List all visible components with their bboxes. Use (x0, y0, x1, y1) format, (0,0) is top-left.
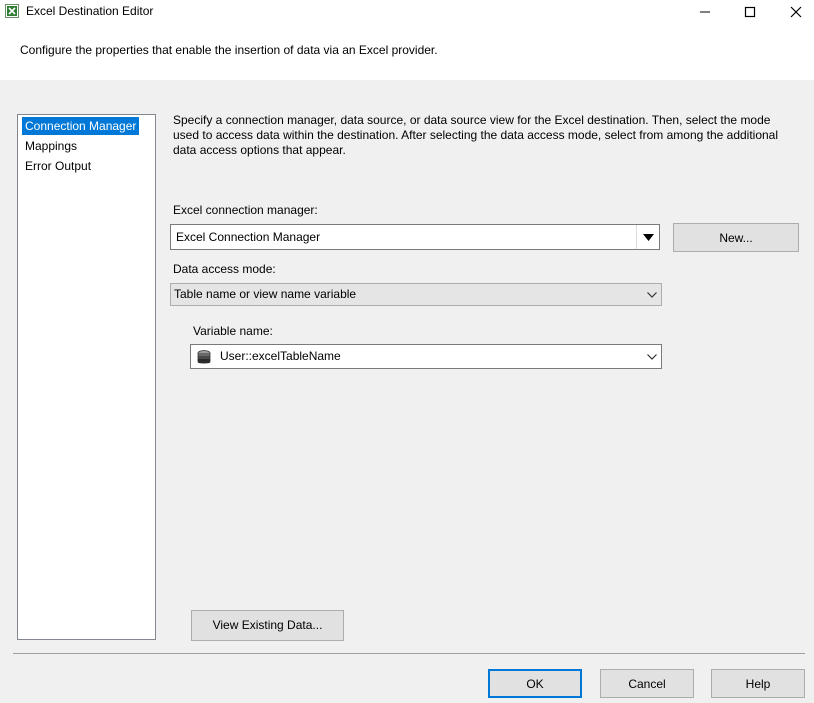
page-list: Connection Manager Mappings Error Output (17, 114, 156, 640)
new-connection-button[interactable]: New... (673, 223, 799, 252)
variable-name-select[interactable]: User::excelTableName (190, 344, 662, 369)
help-button[interactable]: Help (711, 669, 805, 698)
cancel-button[interactable]: Cancel (600, 669, 694, 698)
data-access-mode-value: Table name or view name variable (174, 287, 357, 301)
data-access-mode-label: Data access mode: (173, 262, 276, 276)
data-access-mode-dropdown[interactable] (647, 284, 657, 305)
variable-name-label: Variable name: (193, 324, 273, 338)
excel-app-icon (5, 4, 19, 18)
maximize-button[interactable] (727, 0, 773, 24)
data-access-mode-select[interactable]: Table name or view name variable (170, 283, 662, 306)
view-existing-data-button[interactable]: View Existing Data... (191, 610, 344, 641)
variable-name-value: User::excelTableName (220, 349, 341, 363)
main-description: Specify a connection manager, data sourc… (173, 113, 779, 157)
variable-name-dropdown[interactable] (647, 345, 657, 368)
chevron-down-icon (647, 291, 657, 298)
minimize-button[interactable] (682, 0, 728, 24)
page-item-mappings[interactable]: Mappings (22, 137, 80, 155)
page-item-connection-manager[interactable]: Connection Manager (22, 117, 140, 135)
connection-manager-dropdown-button[interactable] (636, 225, 659, 249)
connection-manager-value: Excel Connection Manager (176, 230, 321, 244)
page-item-error-output[interactable]: Error Output (22, 157, 94, 175)
variable-icon (196, 349, 212, 365)
close-button[interactable] (773, 0, 814, 24)
chevron-down-icon (647, 353, 657, 360)
connection-manager-combo[interactable]: Excel Connection Manager (170, 224, 660, 250)
maximize-icon (744, 6, 756, 18)
minimize-icon (700, 11, 710, 13)
connection-manager-label: Excel connection manager: (173, 203, 318, 217)
close-icon (790, 6, 802, 18)
footer-separator (13, 653, 805, 654)
ok-button[interactable]: OK (488, 669, 582, 698)
dropdown-arrow-icon (642, 233, 654, 241)
window-title: Excel Destination Editor (26, 4, 154, 18)
header-description: Configure the properties that enable the… (20, 43, 438, 57)
